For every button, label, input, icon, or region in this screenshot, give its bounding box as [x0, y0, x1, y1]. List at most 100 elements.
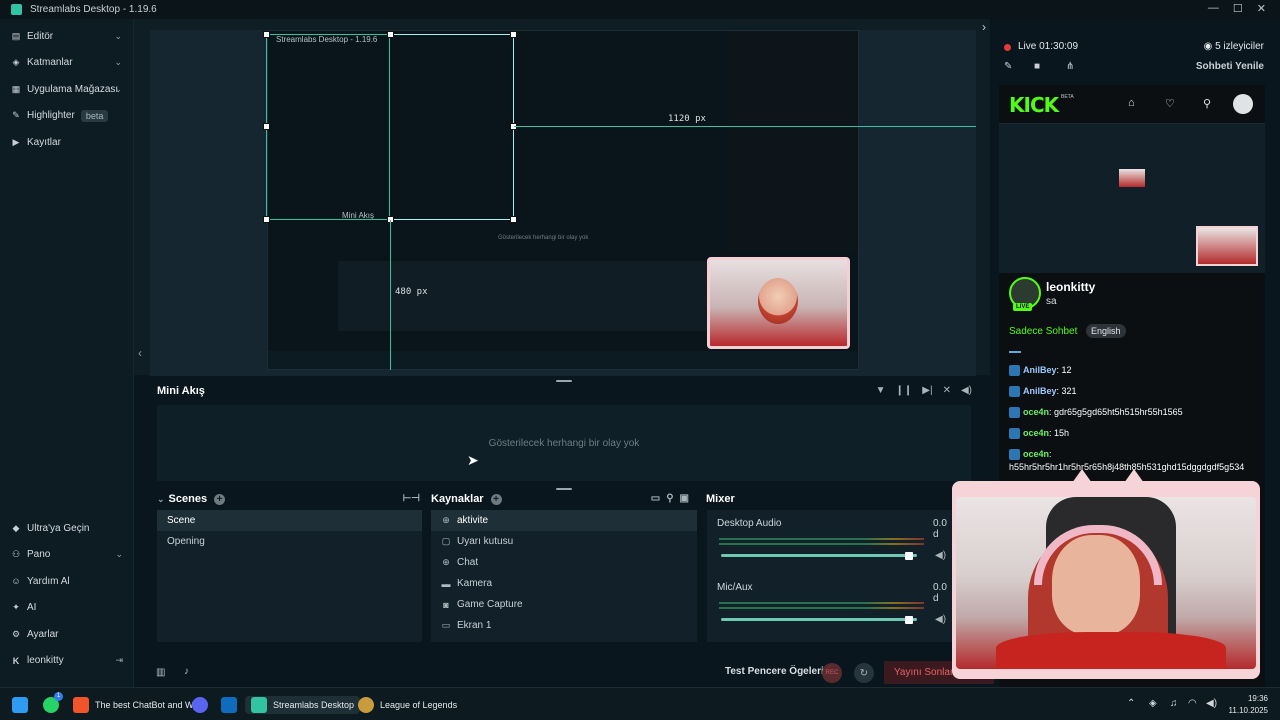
user-badge-icon: [1009, 449, 1020, 461]
chat-username[interactable]: oce4n: [1023, 407, 1049, 417]
sidebar-item-recordings[interactable]: ▶ Kayıtlar: [0, 129, 133, 156]
close-button[interactable]: ✕: [1257, 2, 1266, 15]
test-widgets-button[interactable]: Test Pencere Ögeleri: [725, 666, 824, 677]
share-icon[interactable]: ⋔: [1066, 61, 1074, 72]
discord-button[interactable]: [192, 696, 214, 714]
camera-icon[interactable]: ■: [1034, 61, 1040, 72]
chevron-up-icon[interactable]: ⌃: [1127, 698, 1135, 709]
resize-handle[interactable]: [263, 31, 270, 38]
collapse-right-icon[interactable]: ›: [982, 20, 986, 34]
add-scene-button[interactable]: +: [214, 493, 226, 505]
volume-icon[interactable]: ◀): [935, 550, 946, 561]
resize-handle[interactable]: [387, 31, 394, 38]
search-icon[interactable]: ⚲: [1203, 97, 1211, 110]
outlook-icon: [221, 697, 237, 713]
brave-icon: [73, 697, 89, 713]
scene-transitions-icon[interactable]: ⊢⊣: [403, 493, 420, 504]
kick-video-webcam: [1196, 226, 1258, 266]
sidebar-item-editor[interactable]: ▤ Editör ⌄: [0, 23, 133, 50]
sidebar-item-layers[interactable]: ◈ Katmanlar ⌄: [0, 50, 133, 77]
resize-handle[interactable]: [510, 31, 517, 38]
start-button[interactable]: [12, 696, 34, 714]
channel-name[interactable]: leonkitty: [1046, 280, 1095, 294]
volume-icon[interactable]: ◀): [961, 385, 972, 396]
system-clock[interactable]: 19:36 11.10.2025: [1229, 693, 1268, 717]
resize-handle[interactable]: [510, 216, 517, 223]
windows-taskbar: 1 The best ChatBot and W Streamlabs Desk…: [0, 687, 1280, 720]
chat-username[interactable]: oce4n: [1023, 428, 1049, 438]
scene-item[interactable]: Scene: [157, 510, 422, 531]
whatsapp-button[interactable]: 1: [43, 692, 65, 714]
pause-icon[interactable]: ❙❙: [896, 385, 913, 396]
source-item[interactable]: ◙ Game Capture: [431, 594, 697, 615]
sidebar-item-ai[interactable]: ✦ AI: [0, 595, 134, 622]
chat-username[interactable]: AnilBey: [1023, 386, 1057, 396]
webcam-source[interactable]: [707, 257, 850, 349]
notifications-icon[interactable]: ♪: [184, 666, 189, 677]
gift-icon[interactable]: ⌂: [1128, 97, 1135, 109]
volume-slider-knob[interactable]: [905, 552, 914, 560]
heart-icon[interactable]: ♡: [1165, 97, 1175, 110]
source-item[interactable]: ▢ Uyarı kutusu: [431, 531, 697, 552]
scene-item[interactable]: Opening: [157, 531, 422, 552]
maximize-button[interactable]: ☐: [1233, 2, 1243, 15]
record-button[interactable]: REC: [822, 663, 842, 683]
mixer-panel: Mixer Desktop Audio 0.0 d ◀) Mic/Aux 0.0…: [698, 488, 952, 648]
source-tools-icons[interactable]: ▭⚲▣: [651, 493, 695, 504]
sidebar-item-account[interactable]: K leonkitty ⇥: [0, 648, 134, 675]
chat-message: oce4n: gdr65g5gd65ht5h515hr55h1565: [1009, 406, 1264, 419]
replay-buffer-button[interactable]: ↻: [854, 663, 874, 683]
skip-icon[interactable]: ▶|: [922, 385, 932, 396]
add-source-button[interactable]: +: [490, 493, 502, 505]
source-item[interactable]: ▭ Ekran 1: [431, 615, 697, 636]
sidebar-item-highlighter[interactable]: ✎ Highlighter beta: [0, 103, 133, 130]
audio-meter: [719, 607, 924, 609]
logout-icon[interactable]: ⇥: [115, 655, 123, 666]
sidebar-item-settings[interactable]: ⚙ Ayarlar: [0, 621, 134, 648]
edit-stream-info-icon[interactable]: ✎: [1004, 61, 1012, 72]
sidebar-item-dashboard[interactable]: ⚇ Pano ⌄: [0, 542, 134, 569]
refresh-chat-button[interactable]: Sohbeti Yenile: [1196, 61, 1264, 72]
volume-icon[interactable]: ◀): [935, 614, 946, 625]
wifi-icon[interactable]: ◠: [1188, 698, 1197, 709]
stream-preview[interactable]: Streamlabs Desktop - 1.19.6 Mini Akış Gö…: [150, 30, 976, 376]
volume-slider[interactable]: [721, 554, 917, 557]
chat-username[interactable]: AnilBey: [1023, 365, 1057, 375]
chat-text: 321: [1061, 386, 1077, 396]
nested-empty-text: Gösterilecek herhangi bir olay yok: [498, 235, 589, 241]
source-item[interactable]: ⊕ Chat: [431, 552, 697, 573]
sidebar-item-store[interactable]: ▦ Uygulama Mağazası ⌄: [0, 76, 133, 103]
globe-icon: ⊕: [442, 557, 450, 567]
left-sidebar: ▤ Editör ⌄ ◈ Katmanlar ⌄ ▦ Uygulama Mağa…: [0, 19, 134, 687]
sidebar-item-ultra[interactable]: ◆ Ultra'ya Geçin: [0, 515, 134, 542]
chat-username[interactable]: oce4n: [1023, 449, 1049, 459]
kick-logo[interactable]: KICK: [1009, 93, 1059, 117]
taskbar-item-league[interactable]: League of Legends: [358, 696, 457, 714]
mute-alerts-icon[interactable]: ✕: [943, 385, 951, 396]
mixer-channel-value: 0.0 d: [933, 582, 947, 604]
volume-slider[interactable]: [721, 618, 917, 621]
outlook-button[interactable]: [221, 696, 243, 714]
resize-handle[interactable]: [263, 216, 270, 223]
chat-tools-row: ✎ ■ ⋔ Sohbeti Yenile: [994, 61, 1280, 77]
source-item[interactable]: ⊕ aktivite: [431, 510, 697, 531]
avatar[interactable]: [1233, 94, 1253, 114]
network-app-icon[interactable]: ◈: [1149, 698, 1157, 709]
kick-stream-video[interactable]: [999, 123, 1265, 273]
mini-akis-title: Mini Akış: [157, 385, 205, 397]
taskbar-item-browser[interactable]: The best ChatBot and W: [73, 696, 194, 714]
speaker-icon[interactable]: ◀): [1206, 698, 1217, 709]
taskbar-item-streamlabs[interactable]: Streamlabs Desktop: [245, 696, 361, 714]
chevron-down-icon[interactable]: ⌄: [157, 494, 165, 505]
performance-icon[interactable]: ▥: [156, 667, 165, 678]
filter-icon[interactable]: ▼: [876, 385, 886, 396]
window-controls: — ☐ ✕: [1208, 2, 1266, 15]
microphone-icon[interactable]: ♫: [1170, 698, 1178, 709]
chat-text: gdr65g5gd65ht5h515hr55h1565: [1054, 407, 1183, 417]
sidebar-item-help[interactable]: ☺ Yardım Al: [0, 568, 134, 595]
minimize-button[interactable]: —: [1208, 2, 1219, 15]
volume-slider-knob[interactable]: [905, 616, 914, 624]
collapse-left-icon[interactable]: ‹: [138, 346, 142, 360]
resize-handle[interactable]: [263, 123, 270, 130]
source-item[interactable]: ▬ Kamera: [431, 573, 697, 594]
